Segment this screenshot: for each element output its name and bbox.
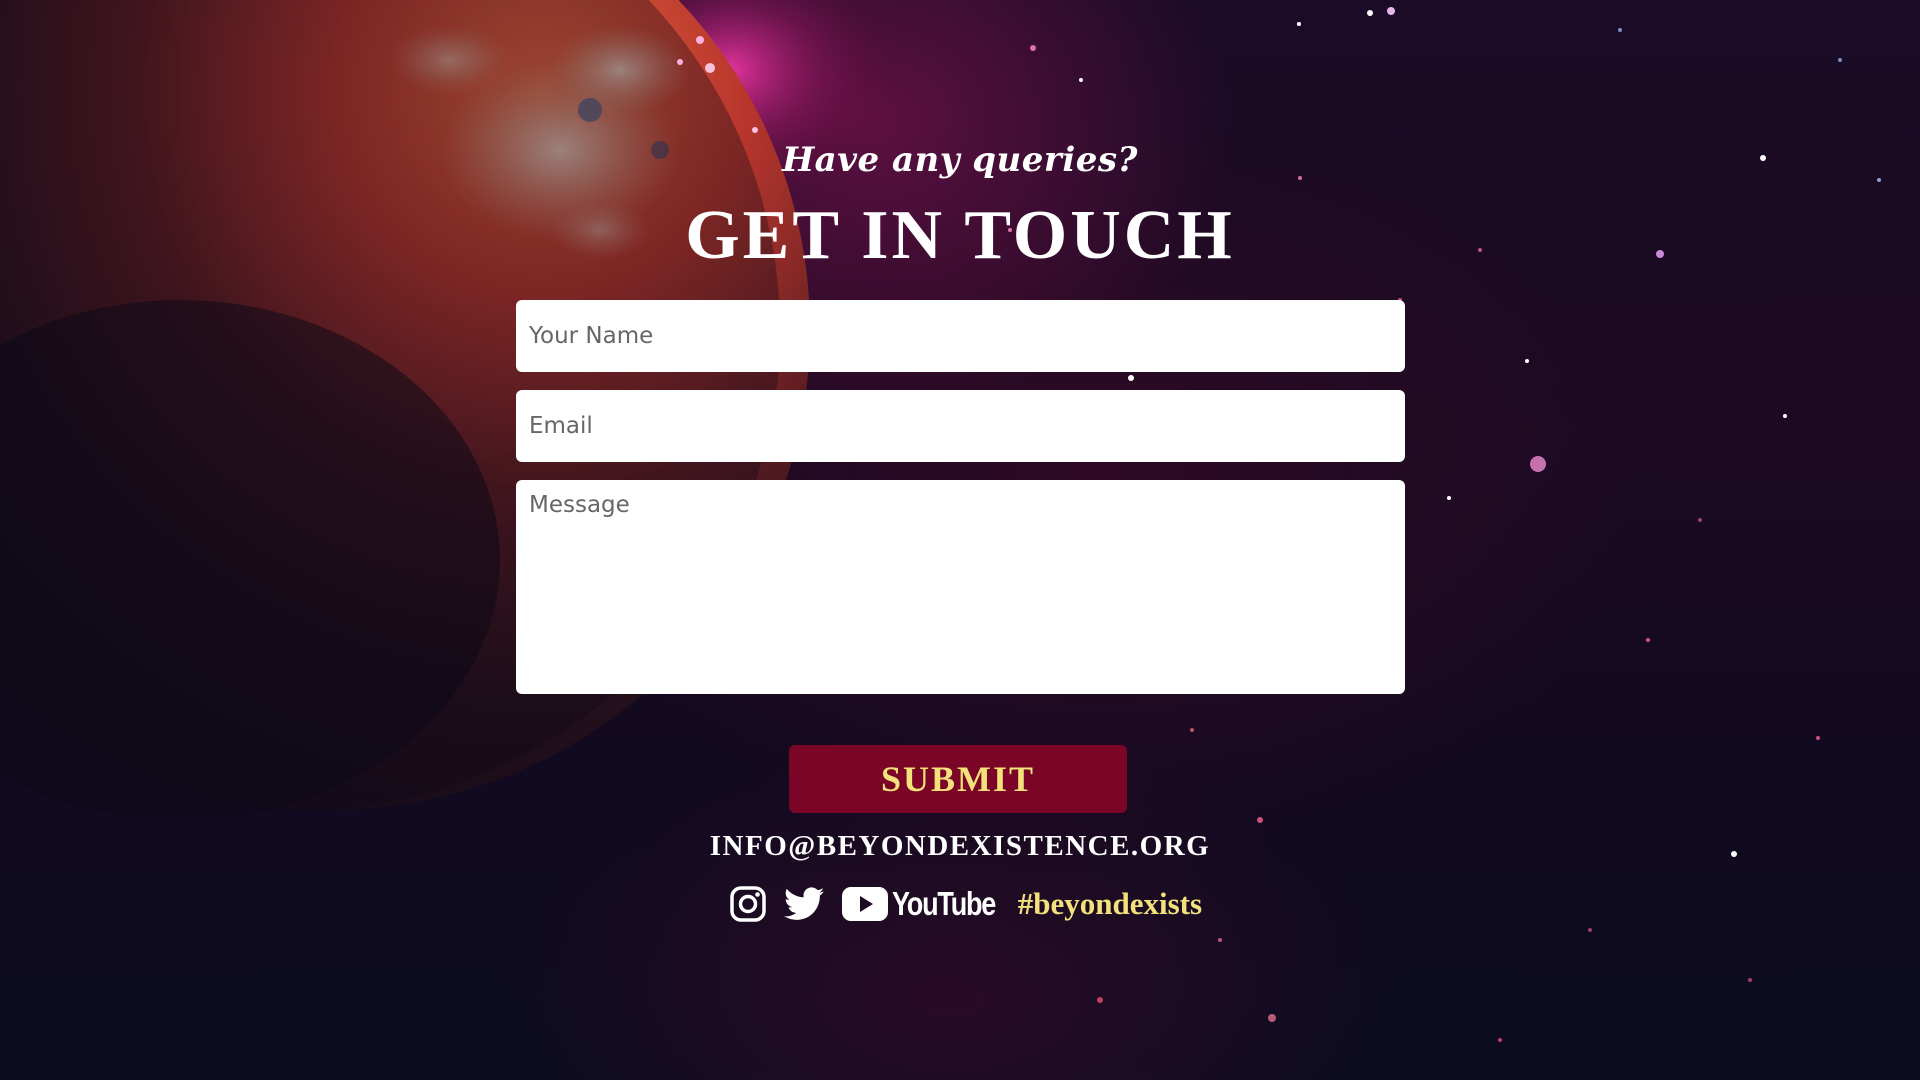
contact-section: Have any queries? GET IN TOUCH SUBMIT IN…: [0, 0, 1920, 1080]
youtube-wordmark: YouTube: [892, 885, 996, 922]
email-input[interactable]: [516, 390, 1405, 462]
youtube-link[interactable]: YouTube: [842, 885, 1018, 923]
message-textarea[interactable]: [516, 480, 1405, 694]
youtube-icon: [842, 887, 888, 921]
instagram-link[interactable]: [730, 886, 766, 922]
contact-email-link[interactable]: INFO@BEYONDEXISTENCE.ORG: [0, 830, 1920, 863]
twitter-link[interactable]: [784, 887, 824, 921]
hashtag-link[interactable]: #beyondexists: [1018, 886, 1202, 922]
name-input[interactable]: [516, 300, 1405, 372]
twitter-icon: [784, 887, 824, 920]
section-title: GET IN TOUCH: [685, 197, 1235, 274]
instagram-icon: [730, 886, 766, 922]
submit-button[interactable]: SUBMIT: [789, 745, 1127, 813]
section-subtitle: Have any queries?: [782, 140, 1138, 180]
social-links: YouTube #beyondexists: [730, 882, 1202, 926]
